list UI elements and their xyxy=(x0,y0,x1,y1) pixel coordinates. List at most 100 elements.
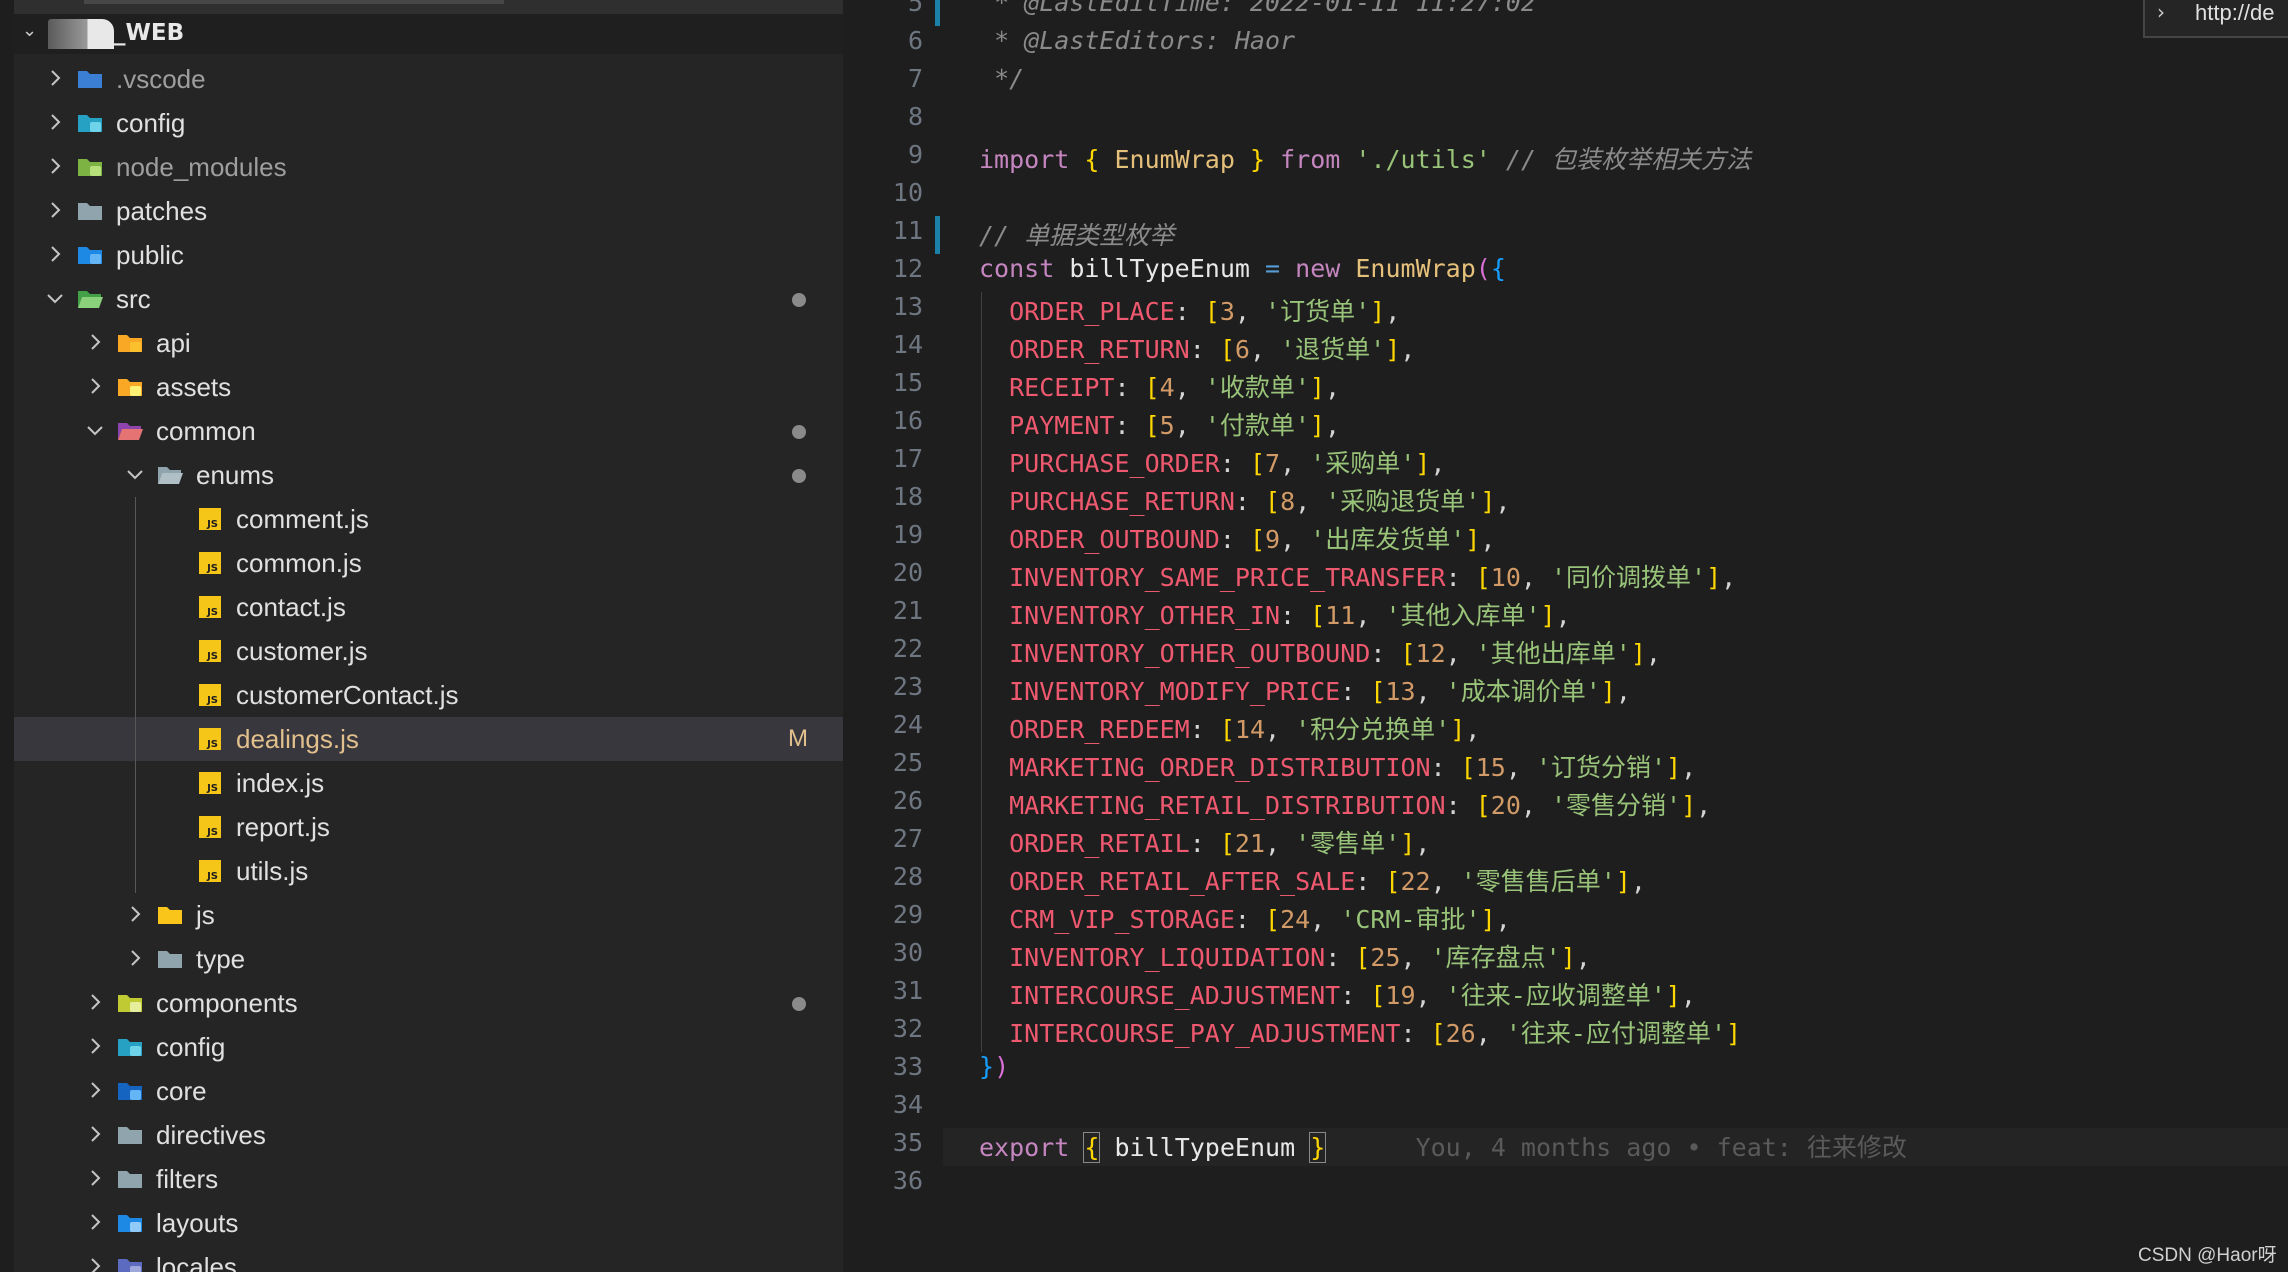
enum-key: INTERCOURSE_ADJUSTMENT xyxy=(1009,981,1341,1010)
tree-folder-core[interactable]: core xyxy=(14,1069,843,1113)
code-punctuation: [ xyxy=(1249,449,1265,478)
enum-key: ORDER_OUTBOUND xyxy=(1009,525,1220,554)
enum-label: '订货单' xyxy=(1265,297,1371,326)
tree-item-label: index.js xyxy=(236,768,325,798)
chevron-right-icon[interactable] xyxy=(84,331,106,353)
code-punctuation xyxy=(979,449,1009,478)
tree-folder-layouts[interactable]: layouts xyxy=(14,1201,843,1245)
chevron-right-icon[interactable] xyxy=(84,1079,106,1101)
chevron-right-icon[interactable] xyxy=(44,67,66,89)
code-punctuation xyxy=(979,715,1009,744)
code-punctuation: ] xyxy=(1615,867,1631,896)
tree-item-label: node_modules xyxy=(116,152,287,182)
enum-code: 6 xyxy=(1234,335,1250,364)
tree-folder-api[interactable]: api xyxy=(14,321,843,365)
enum-key: CRM_VIP_STORAGE xyxy=(1009,905,1235,934)
keyword-from: from xyxy=(1280,145,1341,174)
tree-file-customer-js[interactable]: JS customer.js xyxy=(14,629,843,673)
code-punctuation xyxy=(979,981,1009,1010)
code-punctuation xyxy=(979,829,1009,858)
line-number: 30 xyxy=(892,938,923,967)
chevron-right-icon[interactable] xyxy=(84,1255,106,1272)
tree-file-customercontact-js[interactable]: JS customerContact.js xyxy=(14,673,843,717)
export-line: export { billTypeEnum } You, 4 months ag… xyxy=(979,1128,1907,1164)
line-number: 19 xyxy=(892,520,923,549)
chevron-right-icon[interactable] xyxy=(84,1123,106,1145)
code-punctuation: : xyxy=(1400,1019,1431,1048)
tree-folder-src[interactable]: src xyxy=(14,277,843,321)
chevron-right-icon[interactable] xyxy=(84,1211,106,1233)
tree-item-label: js xyxy=(196,900,215,930)
tree-folder-patches[interactable]: patches xyxy=(14,189,843,233)
tree-item-label: patches xyxy=(116,196,208,226)
chevron-down-icon[interactable] xyxy=(124,463,146,485)
tree-item-label: type xyxy=(196,944,246,974)
tree-folder-assets[interactable]: assets xyxy=(14,365,843,409)
tree-file-comment-js[interactable]: JS comment.js xyxy=(14,497,843,541)
tree-folder-directives[interactable]: directives xyxy=(14,1113,843,1157)
folder-icon xyxy=(116,1167,144,1191)
tree-folder-vscode[interactable]: .vscode xyxy=(14,57,843,101)
tree-folder-node-modules[interactable]: node_modules xyxy=(14,145,843,189)
tree-file-utils-js[interactable]: JS utils.js xyxy=(14,849,843,893)
tree-folder-locales[interactable]: locales xyxy=(14,1245,843,1272)
tree-folder-js[interactable]: js xyxy=(14,893,843,937)
chevron-down-icon: ⌄ xyxy=(22,20,38,41)
enum-code: 5 xyxy=(1159,411,1175,440)
activity-bar-edge xyxy=(0,0,14,1272)
chevron-right-icon[interactable] xyxy=(84,1035,106,1057)
vscode-folder-icon xyxy=(76,67,104,91)
code-punctuation: , xyxy=(1430,449,1446,478)
tree-folder-enums[interactable]: enums xyxy=(14,453,843,497)
tree-folder-type[interactable]: type xyxy=(14,937,843,981)
tree-item-label: customerContact.js xyxy=(236,680,459,710)
section-comment-line: // 单据类型枚举 xyxy=(979,216,1174,252)
tree-item-label: comment.js xyxy=(236,504,369,534)
chevron-right-icon[interactable] xyxy=(124,947,146,969)
code-punctuation: : xyxy=(1174,297,1205,326)
code-punctuation: ] xyxy=(1370,297,1386,326)
tree-folder-common[interactable]: common xyxy=(14,409,843,453)
enum-key: PURCHASE_RETURN xyxy=(1009,487,1235,516)
tree-folder-components[interactable]: components xyxy=(14,981,843,1025)
chevron-right-icon[interactable] xyxy=(44,111,66,133)
enum-label: '付款单' xyxy=(1204,411,1310,440)
tree-file-contact-js[interactable]: JS contact.js xyxy=(14,585,843,629)
chevron-down-icon[interactable] xyxy=(84,419,106,441)
tree-file-report-js[interactable]: JS report.js xyxy=(14,805,843,849)
chevron-right-icon[interactable] xyxy=(44,243,66,265)
tree-file-index-js[interactable]: JS index.js xyxy=(14,761,843,805)
line-number: 12 xyxy=(892,254,923,283)
chevron-right-icon[interactable] xyxy=(84,375,106,397)
chevron-down-icon[interactable] xyxy=(44,287,66,309)
code-punctuation xyxy=(979,867,1009,896)
tree-file-common-js[interactable]: JS common.js xyxy=(14,541,843,585)
code-punctuation xyxy=(979,335,1009,364)
enum-code: 21 xyxy=(1234,829,1266,858)
chevron-right-icon[interactable] xyxy=(44,155,66,177)
chevron-right-icon[interactable] xyxy=(44,199,66,221)
tree-file-dealings-js[interactable]: JS dealings.js M xyxy=(14,717,843,761)
open-folder-icon xyxy=(156,463,184,487)
js-folder-icon xyxy=(156,903,184,927)
tree-folder-filters[interactable]: filters xyxy=(14,1157,843,1201)
code-punctuation: ] xyxy=(1309,411,1325,440)
chevron-right-icon[interactable] xyxy=(84,991,106,1013)
code-punctuation: } xyxy=(979,1052,995,1081)
tree-folder-public[interactable]: public xyxy=(14,233,843,277)
code-punctuation: , xyxy=(1385,297,1401,326)
code-punctuation: ] xyxy=(1726,1019,1742,1048)
tree-folder-config[interactable]: config xyxy=(14,101,843,145)
code-punctuation: [ xyxy=(1430,1019,1446,1048)
code-punctuation: , xyxy=(1265,715,1296,744)
enum-entry-line: ORDER_RETAIL: [21, '零售单'], xyxy=(979,824,1430,860)
code-punctuation: , xyxy=(1630,867,1646,896)
chevron-right-icon[interactable] xyxy=(84,1167,106,1189)
code-editor[interactable]: 5 6 7 8 9 10 11 12 13 14 15 16 17 18 19 20 21 22 23 24 25 26 2… xyxy=(843,0,2288,1272)
code-punctuation xyxy=(979,753,1009,782)
chevron-right-icon[interactable] xyxy=(124,903,146,925)
tree-folder-config[interactable]: config xyxy=(14,1025,843,1069)
exported-name: billTypeEnum xyxy=(1114,1133,1296,1162)
explorer-root-folder[interactable]: ⌄ _WEB xyxy=(14,14,843,54)
line-number: 23 xyxy=(892,672,923,701)
